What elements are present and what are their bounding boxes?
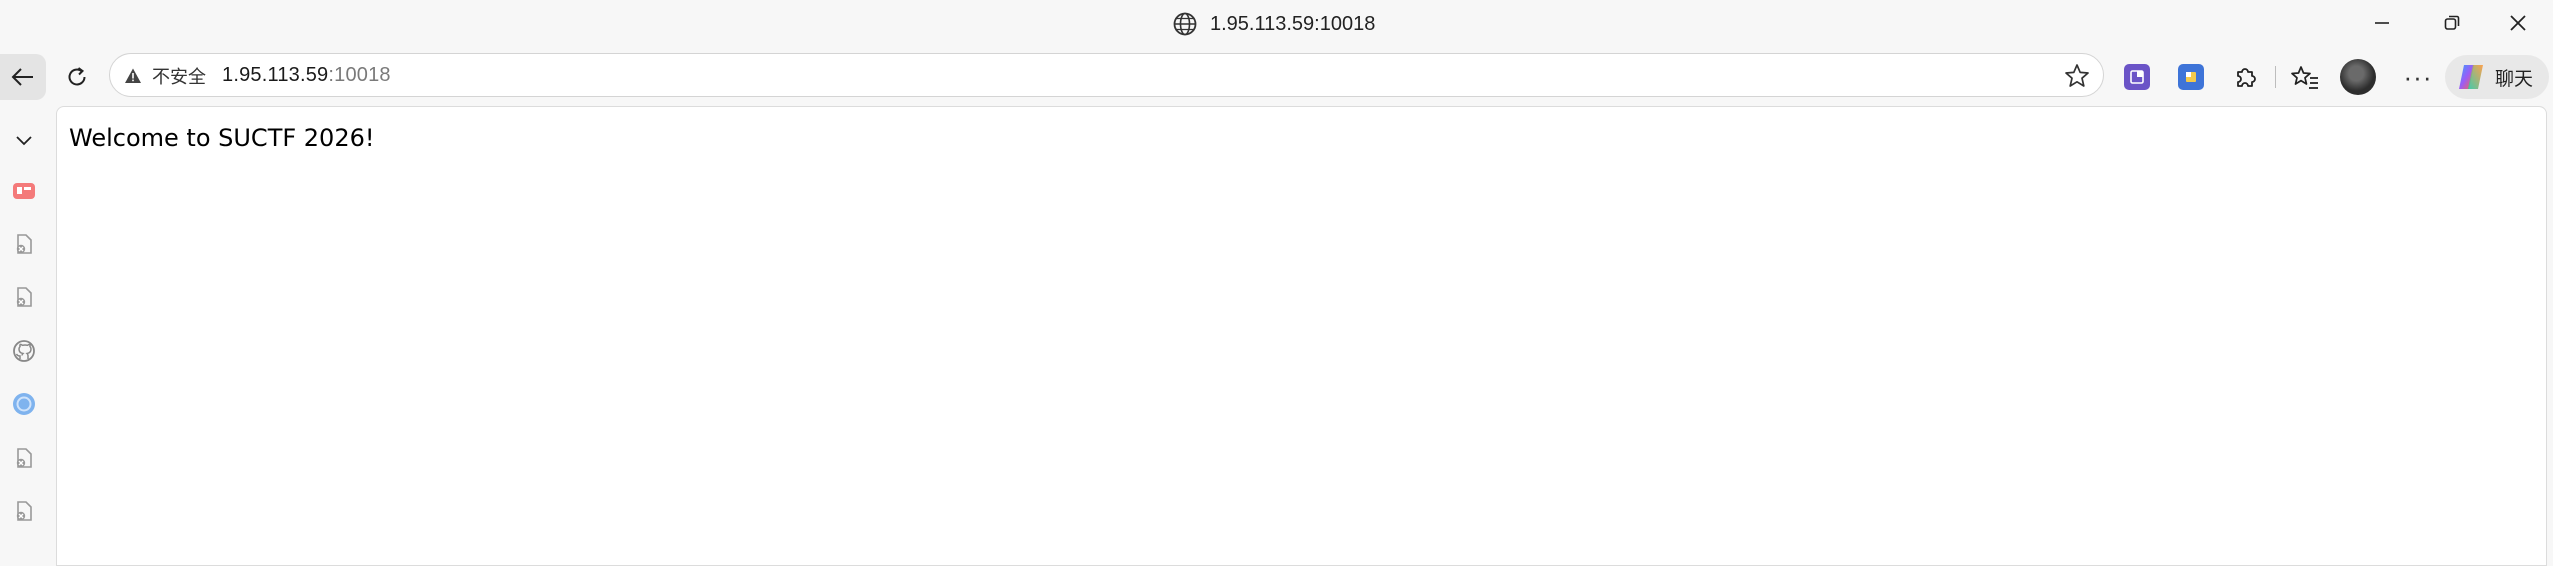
red-app-icon <box>13 183 35 199</box>
window-title: 1.95.113.59:10018 <box>1210 12 1376 35</box>
page-content: Welcome to SUCTF 2026! <box>56 106 2547 566</box>
sidebar-item-red-app[interactable] <box>10 177 38 205</box>
copilot-icon <box>2459 65 2483 89</box>
broken-page-icon <box>16 287 32 307</box>
more-options-icon[interactable]: ··· <box>2398 59 2438 95</box>
profile-avatar[interactable] <box>2340 59 2376 95</box>
copilot-chat-button[interactable]: 聊天 <box>2445 55 2549 99</box>
chat-label: 聊天 <box>2495 68 2534 90</box>
window-title-group: 1.95.113.59:10018 <box>1172 10 1375 38</box>
security-indicator[interactable]: 不安全 <box>124 62 206 90</box>
vertical-sidebar <box>0 106 55 555</box>
close-window-button[interactable] <box>2483 0 2553 46</box>
sidebar-collapse-button[interactable] <box>10 126 38 154</box>
page-heading: Welcome to SUCTF 2026! <box>69 124 375 152</box>
minimize-button[interactable] <box>2347 0 2417 46</box>
sidebar-item-blue-app[interactable] <box>10 390 38 418</box>
globe-icon <box>1173 12 1197 36</box>
url-port: :10018 <box>328 64 391 86</box>
warning-icon <box>125 68 141 83</box>
favorite-star-icon[interactable] <box>2063 62 2091 90</box>
extension-purple-icon[interactable] <box>2124 64 2150 90</box>
broken-page-icon <box>16 448 32 468</box>
extension-blue-icon[interactable] <box>2178 64 2204 90</box>
broken-page-icon <box>16 501 32 521</box>
github-icon <box>13 340 35 362</box>
restore-button[interactable] <box>2417 0 2487 46</box>
url-text[interactable]: 1.95.113.59:10018 <box>222 64 391 87</box>
back-button[interactable] <box>0 54 46 100</box>
url-host: 1.95.113.59 <box>222 64 329 86</box>
arrow-left-icon <box>11 68 33 86</box>
sidebar-item-tab-1[interactable] <box>10 230 38 258</box>
sidebar-item-github[interactable] <box>10 337 38 365</box>
favorites-list-icon <box>2291 66 2318 89</box>
refresh-icon <box>68 67 86 86</box>
toolbar-separator <box>2275 66 2276 88</box>
sidebar-item-tab-3[interactable] <box>10 444 38 472</box>
favorites-button[interactable] <box>2282 54 2328 100</box>
extension-blue-glyph <box>2186 72 2196 82</box>
address-bar[interactable]: 不安全 1.95.113.59:10018 <box>109 53 2104 97</box>
extension-purple-glyph <box>2130 70 2144 84</box>
chevron-down-icon <box>16 136 32 146</box>
blue-circle-icon <box>13 393 35 415</box>
sidebar-item-tab-2[interactable] <box>10 283 38 311</box>
restore-icon <box>2444 15 2460 30</box>
security-label: 不安全 <box>152 67 206 87</box>
refresh-button[interactable] <box>54 54 100 100</box>
title-bar: 1.95.113.59:10018 <box>0 0 2553 48</box>
puzzle-icon <box>2237 68 2256 87</box>
browser-toolbar: 不安全 1.95.113.59:10018 ··· 聊天 <box>0 48 2553 106</box>
broken-page-icon <box>16 234 32 254</box>
extensions-button[interactable] <box>2222 54 2268 100</box>
sidebar-item-tab-4[interactable] <box>10 497 38 525</box>
minimize-icon <box>2375 22 2389 24</box>
close-icon <box>2510 15 2526 31</box>
